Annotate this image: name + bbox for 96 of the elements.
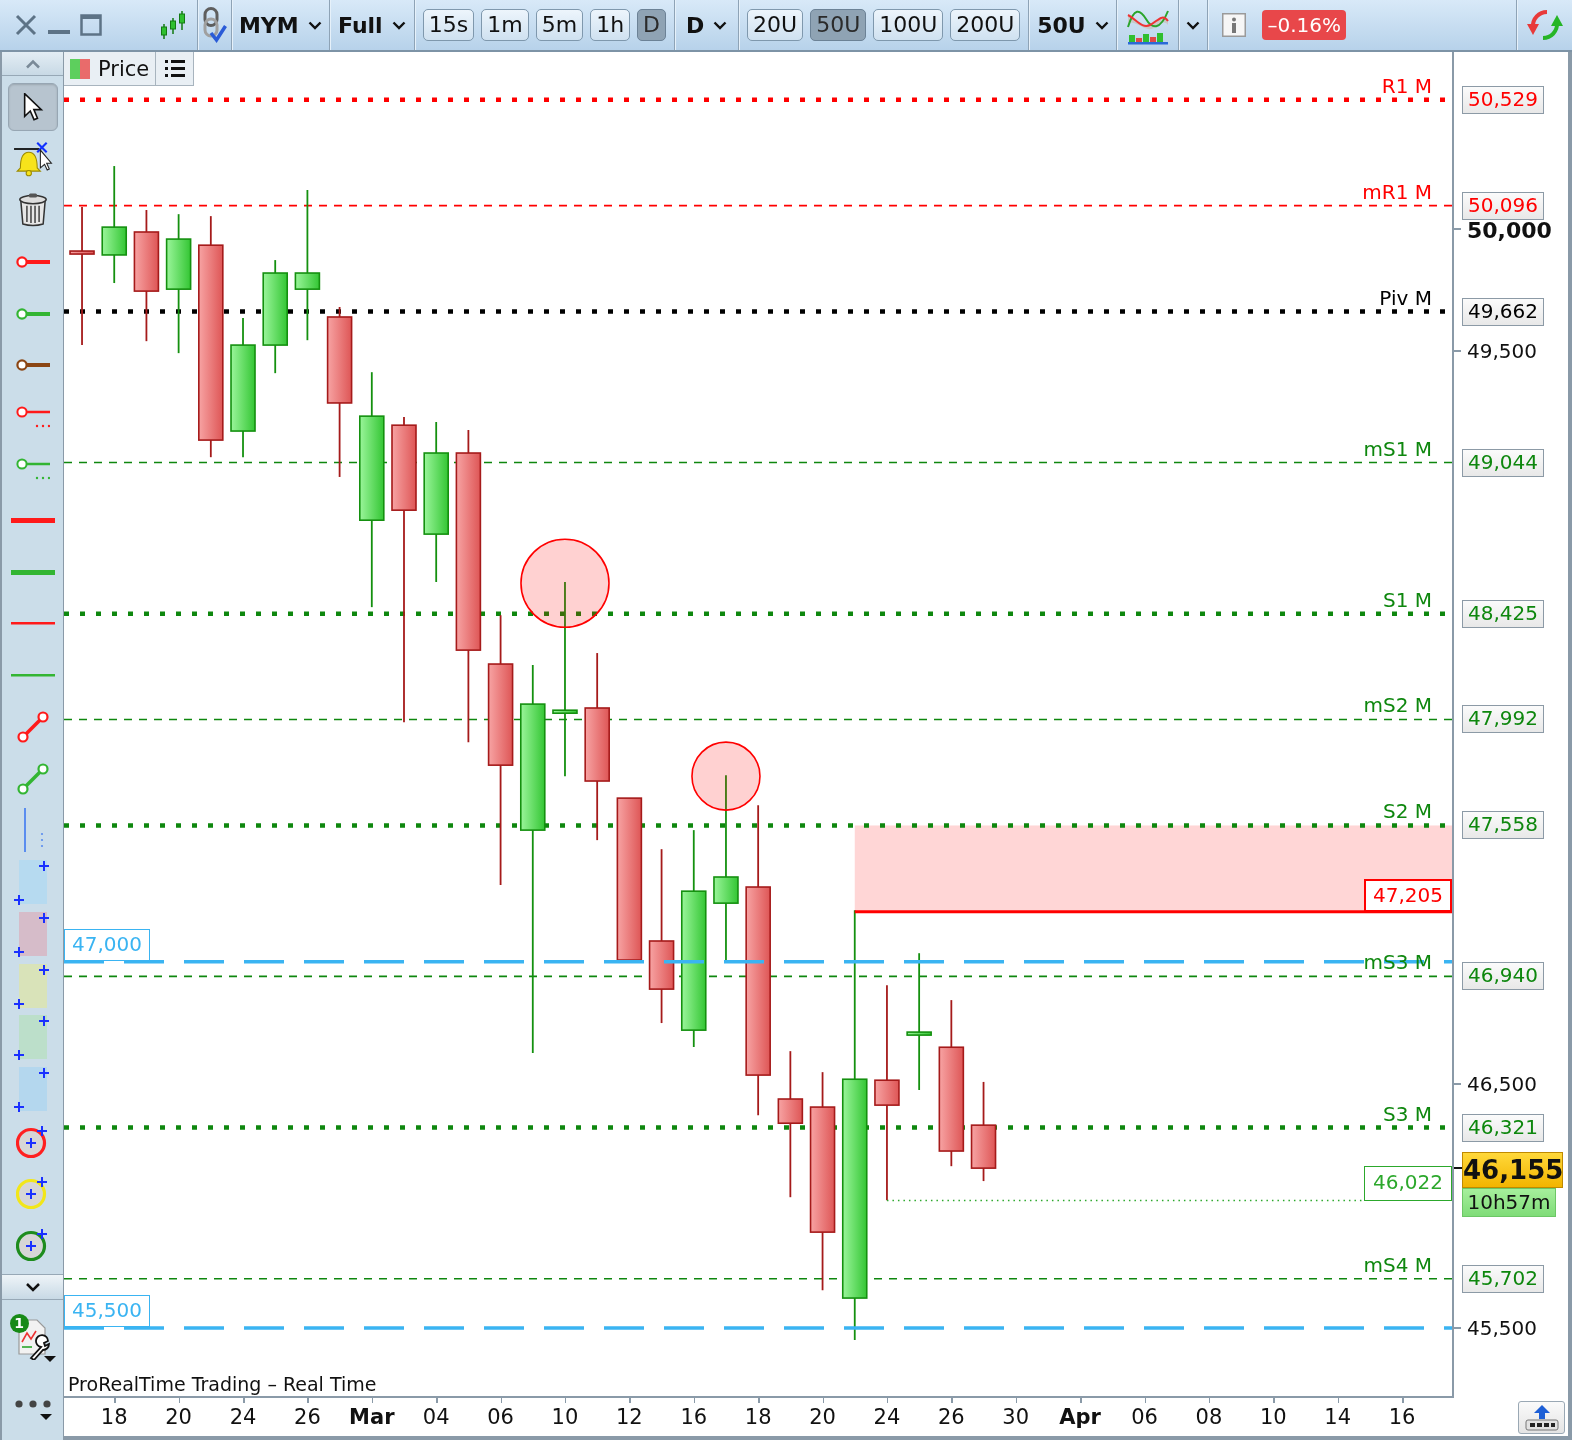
highlight-circle	[691, 741, 761, 811]
caret-icon	[1186, 20, 1201, 30]
caret-icon	[713, 20, 728, 30]
x-tick-label: 04	[422, 1404, 450, 1430]
trash-icon	[17, 193, 48, 228]
timeframe-button[interactable]: 1m	[481, 9, 529, 41]
guide-price-tag: 47,000	[64, 928, 150, 961]
bell-cursor-icon	[12, 140, 53, 177]
target-price-tag: 46,022	[1364, 1165, 1452, 1201]
list-button[interactable]	[156, 52, 194, 86]
level-price-tag: 47,558	[1462, 811, 1544, 840]
caret-icon	[39, 1413, 52, 1420]
range-dropdown[interactable]: Full	[329, 0, 414, 50]
x-tick-label: 20	[165, 1404, 192, 1430]
x-tick-label: Mar	[349, 1404, 395, 1430]
level-label: S3 M	[1382, 1101, 1432, 1126]
link-check-icon[interactable]	[201, 7, 228, 43]
countdown-tag: 10h57m	[1462, 1188, 1556, 1218]
corner-button[interactable]	[1518, 1401, 1565, 1434]
scroll-down-button[interactable]	[2, 1273, 63, 1300]
caret-icon	[1094, 20, 1109, 30]
x-tick-label: 24	[229, 1404, 257, 1430]
x-tick-label: 06	[1131, 1404, 1158, 1430]
chevron-down-icon	[24, 1281, 41, 1292]
x-tick-label: 10	[1259, 1404, 1287, 1430]
refresh-icon[interactable]	[1524, 7, 1565, 43]
level-price-tag: 49,044	[1462, 448, 1544, 477]
timeframe-button[interactable]: 1h	[590, 9, 631, 41]
settings-button[interactable]: 1	[7, 1307, 58, 1368]
x-tick-label: 26	[937, 1404, 965, 1430]
x-tick-label: 06	[487, 1404, 514, 1430]
arrow-up-tray-icon	[1524, 1404, 1559, 1431]
y-tick-label: 49,500	[1467, 339, 1537, 364]
timeframe-button[interactable]: 15s	[422, 9, 475, 41]
caret-icon	[43, 1355, 56, 1362]
close-icon[interactable]	[14, 13, 38, 37]
level-price-tag: 45,702	[1462, 1264, 1544, 1293]
x-tick-label: 14	[1324, 1404, 1352, 1430]
caret-icon	[391, 20, 406, 30]
change-badge: –0.16%	[1262, 10, 1346, 40]
unit-button[interactable]: 50U	[810, 9, 867, 41]
unit-button[interactable]: 20U	[747, 9, 804, 41]
level-label: mS4 M	[1363, 1252, 1432, 1277]
x-tick-label: 12	[616, 1404, 643, 1430]
y-tick-label: 46,500	[1467, 1071, 1537, 1096]
scroll-up-button[interactable]	[2, 52, 63, 76]
x-tick-label: 26	[294, 1404, 321, 1430]
list-icon	[164, 60, 185, 77]
chart-source-label: ProRealTime Trading – Real Time	[68, 1372, 377, 1396]
instrument-dropdown[interactable]: MYM	[231, 0, 329, 50]
level-price-tag: 50,096	[1462, 191, 1544, 220]
x-tick-label: 20	[809, 1404, 836, 1430]
level-price-tag: 46,321	[1462, 1113, 1544, 1142]
x-tick-label: 08	[1195, 1404, 1223, 1430]
level-label: R1 M	[1381, 73, 1432, 98]
level-label: mS3 M	[1363, 950, 1432, 975]
zone-price-tag: 47,205	[1364, 878, 1452, 912]
x-tick-label: 24	[873, 1404, 901, 1430]
chevron-up-icon	[24, 58, 41, 69]
cursor-icon	[21, 92, 44, 121]
x-tick-label: 10	[551, 1404, 579, 1430]
unit-dropdown[interactable]: 50U	[1029, 0, 1117, 50]
level-label: mS1 M	[1363, 436, 1432, 461]
level-label: Piv M	[1379, 285, 1432, 310]
level-price-tag: 49,662	[1462, 297, 1544, 326]
last-price-tag: 46,155	[1462, 1152, 1563, 1189]
period-dropdown[interactable]: D	[675, 0, 739, 50]
level-label: mR1 M	[1362, 179, 1432, 204]
caret-icon	[307, 20, 322, 30]
x-tick-label: 30	[1002, 1404, 1030, 1430]
x-tick-label: 16	[1388, 1404, 1416, 1430]
timeframe-button[interactable]: D	[637, 9, 667, 41]
level-price-tag: 50,529	[1462, 85, 1544, 114]
level-label: mS2 M	[1363, 693, 1432, 718]
level-price-tag: 47,992	[1462, 705, 1544, 734]
more-icon	[14, 1399, 51, 1408]
level-price-tag: 46,940	[1462, 962, 1544, 991]
maximize-icon[interactable]	[80, 14, 102, 36]
price-legend-tab[interactable]: Price	[64, 52, 156, 86]
notification-badge: 1	[9, 1313, 29, 1333]
level-label: S1 M	[1382, 587, 1432, 612]
tool-button[interactable]	[7, 82, 58, 131]
guide-price-tag: 45,500	[64, 1295, 150, 1328]
x-tick-label: 18	[100, 1404, 128, 1430]
level-label: S2 M	[1382, 799, 1432, 824]
y-tick-label: 50,000	[1467, 220, 1552, 243]
timeframe-button[interactable]: 5m	[535, 9, 584, 41]
x-tick-label: 18	[744, 1404, 772, 1430]
unit-button[interactable]: 200U	[950, 9, 1021, 41]
x-tick-label: 16	[680, 1404, 708, 1430]
x-tick-label: Apr	[1059, 1404, 1101, 1430]
split-square-icon	[70, 58, 90, 79]
y-tick-label: 45,500	[1467, 1316, 1537, 1341]
info-icon[interactable]	[1222, 13, 1247, 37]
unit-button[interactable]: 100U	[873, 9, 944, 41]
level-price-tag: 48,425	[1462, 599, 1544, 628]
